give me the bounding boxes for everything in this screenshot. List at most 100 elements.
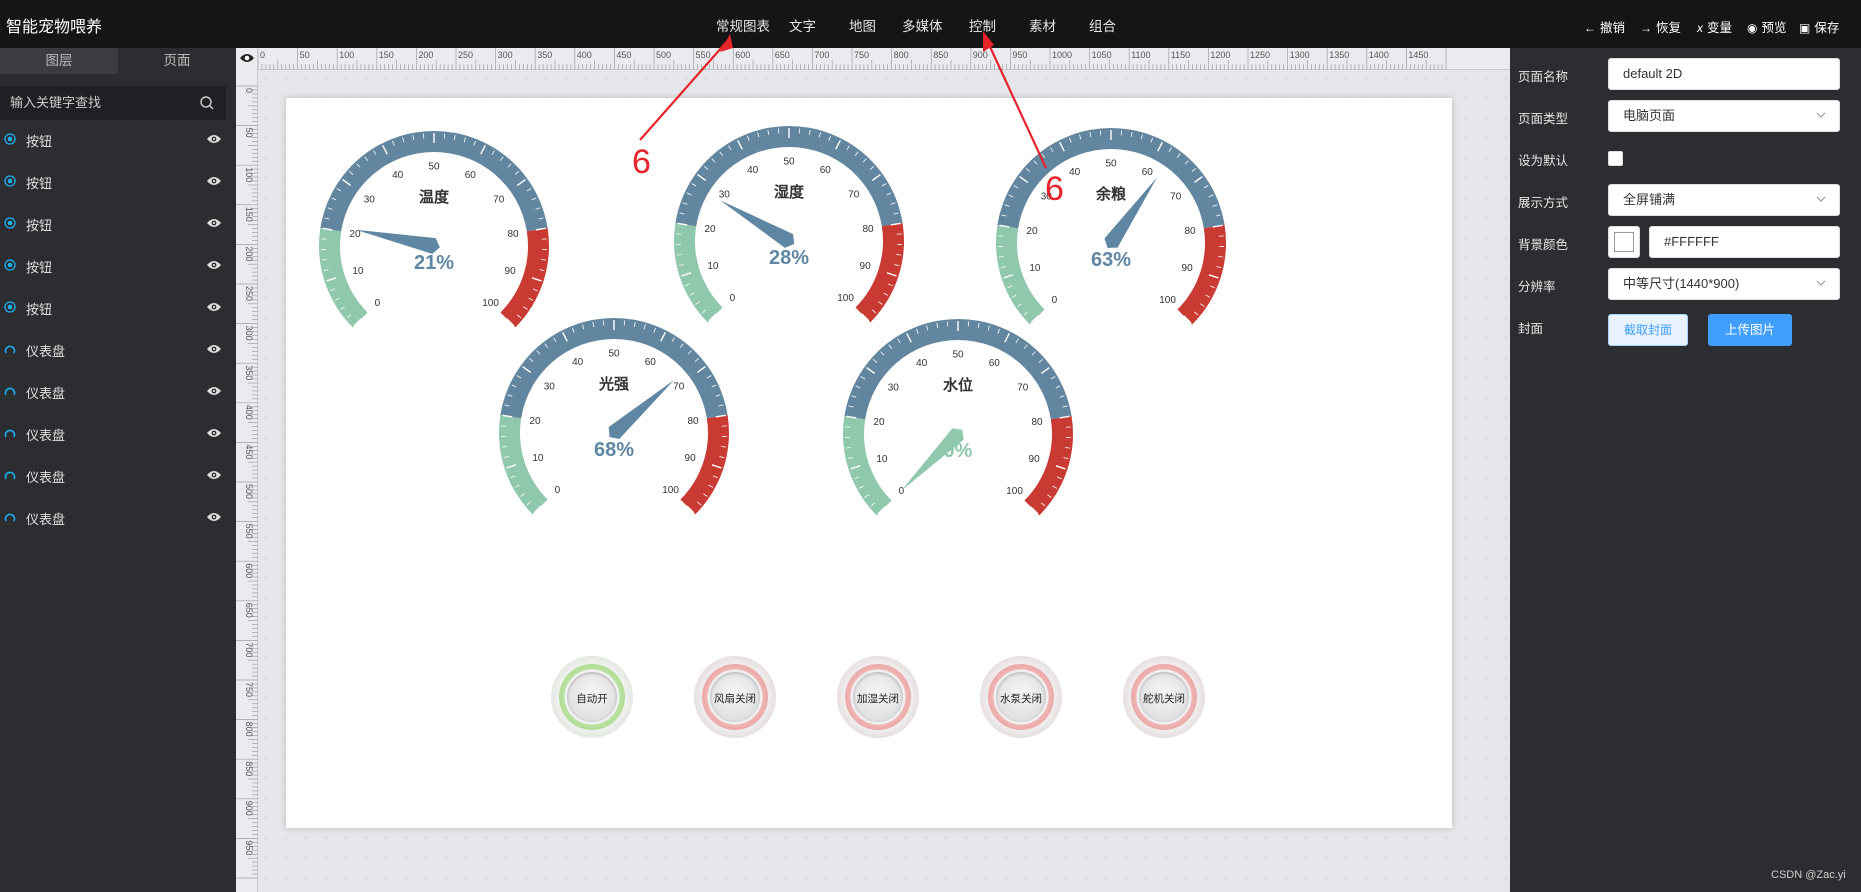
gauge-value: 68% (593, 439, 635, 461)
tab-page[interactable]: 页面 (118, 48, 236, 74)
visibility-eye-icon[interactable] (206, 217, 222, 229)
gauge-tick-label: 60 (645, 357, 657, 368)
control-toggle-button[interactable]: 加湿关闭 (837, 656, 919, 738)
gauge-band-high (1024, 416, 1073, 516)
ruler-label: 1150 (1171, 50, 1190, 60)
preview-label: 预览 (1761, 21, 1787, 35)
save-button[interactable]: ▣ 保存 (1799, 17, 1839, 36)
page-canvas[interactable]: 0 10 20 30 40 50 60 70 80 90 100 温度 21% 0 10 20 30 40 50 60… (286, 98, 1452, 828)
layer-item[interactable]: 按钮 (0, 290, 236, 324)
ruler-eye-icon[interactable] (239, 52, 255, 64)
gauge-tick-label: 20 (529, 416, 541, 427)
visibility-eye-icon[interactable] (206, 259, 222, 271)
visibility-eye-icon[interactable] (206, 175, 222, 187)
ruler-label: 100 (339, 50, 354, 60)
resolution-select[interactable]: 中等尺寸(1440*900) (1608, 268, 1840, 300)
ruler-label: 0 (244, 88, 254, 93)
bg-color-swatch[interactable] (1608, 226, 1640, 258)
top-bar: 智能宠物喂养 常规图表 文字 地图 多媒体 控制 素材 组合 ← 撤销 → 恢复 x… (0, 0, 1861, 48)
color-swatch-fill (1614, 232, 1634, 252)
layer-item[interactable]: 仪表盘 (0, 416, 236, 450)
layer-item[interactable]: 按钮 (0, 248, 236, 282)
gauge-band-high (855, 223, 904, 323)
save-label: 保存 (1814, 21, 1840, 35)
gauge-value: 28% (768, 247, 810, 269)
visibility-eye-icon[interactable] (206, 133, 222, 145)
visibility-eye-icon[interactable] (206, 343, 222, 355)
visibility-eye-icon[interactable] (206, 511, 222, 523)
gauge-dial: 0 10 20 30 40 50 60 70 80 90 100 (499, 318, 729, 515)
tab-layers[interactable]: 图层 (0, 48, 118, 74)
ruler-label: 750 (854, 50, 869, 60)
undo-button[interactable]: ← 撤销 (1584, 17, 1625, 36)
visibility-eye-icon[interactable] (206, 469, 222, 481)
gauge-tick-label: 50 (952, 350, 964, 361)
variable-icon: x (1697, 21, 1703, 35)
upload-image-button[interactable]: 上传图片 (1708, 314, 1792, 346)
bg-color-label: 背景颜色 (1518, 238, 1569, 252)
ruler-label: 350 (537, 50, 552, 60)
nav-multimedia[interactable]: 多媒体 (902, 15, 943, 35)
visibility-eye-icon[interactable] (206, 385, 222, 397)
layer-label: 仪表盘 (26, 344, 66, 359)
control-toggle-button[interactable]: 舵机关闭 (1123, 656, 1205, 738)
properties-panel: 页面名称 default 2D 页面类型 电脑页面 设为默认 展示方式 全屏铺满… (1510, 48, 1861, 892)
display-mode-select[interactable]: 全屏铺满 (1608, 184, 1840, 216)
ruler-label: 450 (616, 50, 631, 60)
gauge-widget[interactable]: 0 10 20 30 40 50 60 70 80 90 100 光强 68% (494, 313, 734, 533)
redo-button[interactable]: → 恢复 (1640, 17, 1681, 36)
preview-button[interactable]: ◉ 预览 (1747, 17, 1787, 36)
gauge-tick-label: 10 (1029, 263, 1041, 274)
radio-button-icon (4, 133, 16, 145)
control-toggle-button[interactable]: 风扇关闭 (694, 656, 776, 738)
gauge-title: 温度 (418, 189, 449, 206)
app-title: 智能宠物喂养 (6, 19, 103, 36)
capture-cover-button[interactable]: 截取封面 (1608, 314, 1688, 346)
nav-map[interactable]: 地图 (849, 15, 876, 35)
bg-color-input[interactable]: #FFFFFF (1649, 226, 1840, 258)
ruler-vertical[interactable]: 0 50 100 150 200 250 300 350 400 450 500 550 600 650 7… (236, 48, 258, 892)
gauge-tick-label: 10 (532, 453, 544, 464)
ruler-label: 700 (244, 642, 254, 657)
gauge-band-low (674, 223, 723, 323)
radio-button-icon (4, 217, 16, 229)
control-toggle-button[interactable]: 自动开 (551, 656, 633, 738)
chevron-down-icon (1816, 196, 1826, 202)
set-default-checkbox[interactable] (1608, 151, 1623, 166)
page-name-input[interactable]: default 2D (1608, 58, 1840, 90)
gauge-widget[interactable]: 0 10 20 30 40 50 60 70 80 90 100 水位 0% (838, 314, 1078, 534)
control-toggle-button[interactable]: 水泵关闭 (980, 656, 1062, 738)
ruler-label: 500 (656, 50, 671, 60)
layer-item[interactable]: 按钮 (0, 164, 236, 198)
layer-item[interactable]: 按钮 (0, 122, 236, 156)
nav-regular-charts[interactable]: 常规图表 (716, 15, 770, 35)
gauge-tick-label: 30 (719, 189, 731, 200)
variable-button[interactable]: x 变量 (1697, 17, 1732, 36)
ruler-label: 250 (244, 286, 254, 301)
visibility-eye-icon[interactable] (206, 427, 222, 439)
page-type-select[interactable]: 电脑页面 (1608, 100, 1840, 132)
nav-text[interactable]: 文字 (789, 15, 816, 35)
canvas-workspace[interactable]: 0 10 20 30 40 50 60 70 80 90 100 温度 21% 0 10 20 30 40 50 60… (236, 48, 1510, 892)
variable-label: 变量 (1707, 21, 1733, 35)
nav-control[interactable]: 控制 (969, 15, 996, 35)
layer-item[interactable]: 按钮 (0, 206, 236, 240)
gauge-icon (4, 429, 16, 438)
ruler-label: 550 (696, 50, 711, 60)
ruler-horizontal[interactable]: 0 50 100 150 200 250 300 350 400 450 500 550 600 650 7… (236, 48, 1510, 70)
gauge-tick-label: 0 (1052, 295, 1058, 306)
layer-item[interactable]: 仪表盘 (0, 374, 236, 408)
gauge-widget[interactable]: 0 10 20 30 40 50 60 70 80 90 100 余粮 63% (991, 123, 1231, 343)
layer-item[interactable]: 仪表盘 (0, 458, 236, 492)
gauge-band-mid (500, 318, 728, 419)
nav-assets[interactable]: 素材 (1029, 15, 1056, 35)
gauge-widget[interactable]: 0 10 20 30 40 50 60 70 80 90 100 湿度 28% (669, 121, 909, 341)
search-input[interactable] (10, 95, 190, 110)
gauge-tick-label: 40 (916, 358, 928, 369)
layer-item[interactable]: 仪表盘 (0, 500, 236, 534)
layer-item[interactable]: 仪表盘 (0, 332, 236, 366)
nav-group[interactable]: 组合 (1089, 15, 1116, 35)
gauge-tick-label: 0 (730, 293, 736, 304)
search-icon[interactable] (199, 95, 215, 111)
visibility-eye-icon[interactable] (206, 301, 222, 313)
